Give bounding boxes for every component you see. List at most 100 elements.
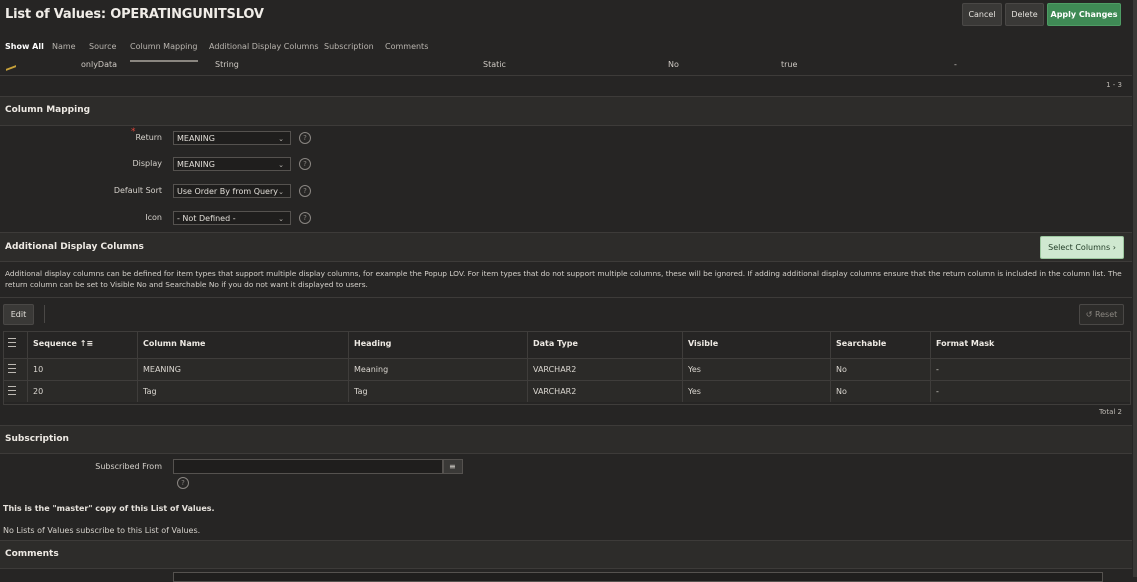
grid-header-row: Sequence ↑≡ Column Name Heading Data Typ…	[4, 332, 1130, 359]
table-row[interactable]: 10 MEANING Meaning VARCHAR2 Yes No -	[4, 359, 1130, 381]
delete-button[interactable]: Delete	[1005, 3, 1044, 26]
cell-format-mask[interactable]: -	[931, 359, 1130, 380]
column-header-data-type[interactable]: Data Type	[528, 332, 683, 358]
chevron-down-icon: ⌄	[278, 188, 284, 196]
return-label: Return	[135, 133, 162, 142]
parameter-dash: -	[954, 60, 957, 69]
menu-icon[interactable]	[8, 338, 16, 347]
column-header-visible[interactable]: Visible	[683, 332, 831, 358]
tab-column-mapping[interactable]: Column Mapping	[130, 42, 198, 62]
page-title: List of Values: OPERATINGUNITSLOV	[5, 7, 264, 22]
cell-visible[interactable]: Yes	[683, 381, 831, 402]
section-title: Additional Display Columns	[5, 242, 144, 252]
parameter-flag: No	[668, 60, 679, 69]
column-header-searchable[interactable]: Searchable	[831, 332, 931, 358]
cell-heading[interactable]: Meaning	[349, 359, 528, 380]
menu-icon[interactable]	[8, 364, 16, 373]
default-sort-select[interactable]: Use Order By from Query ⌄	[173, 184, 291, 198]
parameter-row: onlyData String Static No true -	[0, 60, 1132, 76]
parameter-source: Static	[483, 60, 506, 69]
cell-column-name[interactable]: MEANING	[138, 359, 349, 380]
column-header-sequence[interactable]: Sequence ↑≡	[28, 332, 138, 358]
table-row[interactable]: 20 Tag Tag VARCHAR2 Yes No -	[4, 381, 1130, 402]
subscribed-from-label: Subscribed From	[95, 462, 162, 471]
chevron-down-icon: ⌄	[278, 215, 284, 223]
toolbar-divider	[44, 305, 45, 323]
row-actions	[4, 381, 28, 402]
cell-searchable[interactable]: No	[831, 381, 931, 402]
cell-column-name[interactable]: Tag	[138, 381, 349, 402]
column-header-column-name[interactable]: Column Name	[138, 332, 349, 358]
column-mapping-header: Column Mapping	[0, 96, 1132, 126]
tab-comments[interactable]: Comments	[385, 42, 428, 60]
pagination-text: 1 - 3	[1106, 81, 1122, 89]
reset-label: Reset	[1094, 310, 1118, 319]
cell-format-mask[interactable]: -	[931, 381, 1130, 402]
return-select[interactable]: MEANING ⌄	[173, 131, 291, 145]
section-title: Column Mapping	[5, 105, 91, 115]
cell-data-type[interactable]: VARCHAR2	[528, 359, 683, 380]
cancel-button[interactable]: Cancel	[962, 3, 1002, 26]
cell-heading[interactable]: Tag	[349, 381, 528, 402]
icon-label: Icon	[145, 213, 162, 222]
master-copy-note: This is the "master" copy of this List o…	[3, 504, 215, 513]
help-icon[interactable]: ?	[177, 477, 189, 489]
sort-ascending-icon: ↑≡	[79, 339, 94, 348]
tab-additional-display-columns[interactable]: Additional Display Columns	[209, 42, 319, 60]
subscribed-from-input[interactable]	[173, 459, 443, 474]
default-sort-value: Use Order By from Query	[177, 187, 279, 196]
no-subscribers-note: No Lists of Values subscribe to this Lis…	[3, 526, 201, 535]
cell-sequence[interactable]: 20	[28, 381, 138, 402]
parameter-value: true	[781, 60, 798, 69]
icon-value: - Not Defined -	[177, 214, 236, 223]
tab-show-all[interactable]: Show All	[5, 42, 44, 60]
scrollbar[interactable]	[1133, 0, 1137, 577]
cell-sequence[interactable]: 10	[28, 359, 138, 380]
cell-visible[interactable]: Yes	[683, 359, 831, 380]
pencil-icon[interactable]	[6, 60, 16, 71]
column-header-format-mask[interactable]: Format Mask	[931, 332, 1130, 358]
section-title: Subscription	[5, 434, 69, 444]
default-sort-label: Default Sort	[113, 186, 162, 195]
report-footer: 1 - 3	[0, 75, 1132, 95]
chevron-right-icon: ›	[1112, 243, 1116, 252]
help-icon[interactable]: ?	[299, 212, 311, 224]
description-text: Additional display columns can be define…	[5, 269, 1122, 289]
list-icon: ≡	[449, 462, 456, 471]
page-header: List of Values: OPERATINGUNITSLOV Cancel…	[0, 0, 1137, 62]
display-select[interactable]: MEANING ⌄	[173, 157, 291, 171]
cell-data-type[interactable]: VARCHAR2	[528, 381, 683, 402]
section-title: Comments	[5, 549, 59, 559]
select-columns-button[interactable]: Select Columns ›	[1040, 236, 1124, 259]
row-actions-header	[4, 332, 28, 358]
cell-searchable[interactable]: No	[831, 359, 931, 380]
display-value: MEANING	[177, 160, 215, 169]
comments-header: Comments	[0, 540, 1132, 569]
tab-source[interactable]: Source	[89, 42, 116, 60]
additional-display-columns-header: Additional Display Columns Select Column…	[0, 232, 1132, 262]
apply-changes-button[interactable]: Apply Changes	[1047, 3, 1121, 26]
reset-button[interactable]: ↺ Reset	[1079, 304, 1124, 325]
comments-textarea[interactable]	[173, 572, 1103, 582]
help-icon[interactable]: ?	[299, 132, 311, 144]
chevron-down-icon: ⌄	[278, 161, 284, 169]
menu-icon[interactable]	[8, 386, 16, 395]
icon-select[interactable]: - Not Defined - ⌄	[173, 211, 291, 225]
reset-icon: ↺	[1085, 310, 1093, 319]
return-value: MEANING	[177, 134, 215, 143]
row-actions	[4, 359, 28, 380]
help-icon[interactable]: ?	[299, 158, 311, 170]
total-count: Total 2	[1098, 408, 1122, 416]
display-label: Display	[132, 159, 163, 168]
tab-subscription[interactable]: Subscription	[324, 42, 374, 60]
chevron-down-icon: ⌄	[278, 135, 284, 143]
parameter-type: String	[215, 60, 239, 69]
edit-button[interactable]: Edit	[3, 304, 34, 325]
help-icon[interactable]: ?	[299, 185, 311, 197]
tab-name[interactable]: Name	[52, 42, 76, 60]
column-header-heading[interactable]: Heading	[349, 332, 528, 358]
grid-toolbar: Edit ↺ Reset	[0, 297, 1132, 332]
select-columns-label: Select Columns	[1048, 243, 1111, 252]
list-picker-button[interactable]: ≡	[443, 459, 463, 474]
header-label: Sequence	[33, 339, 77, 348]
